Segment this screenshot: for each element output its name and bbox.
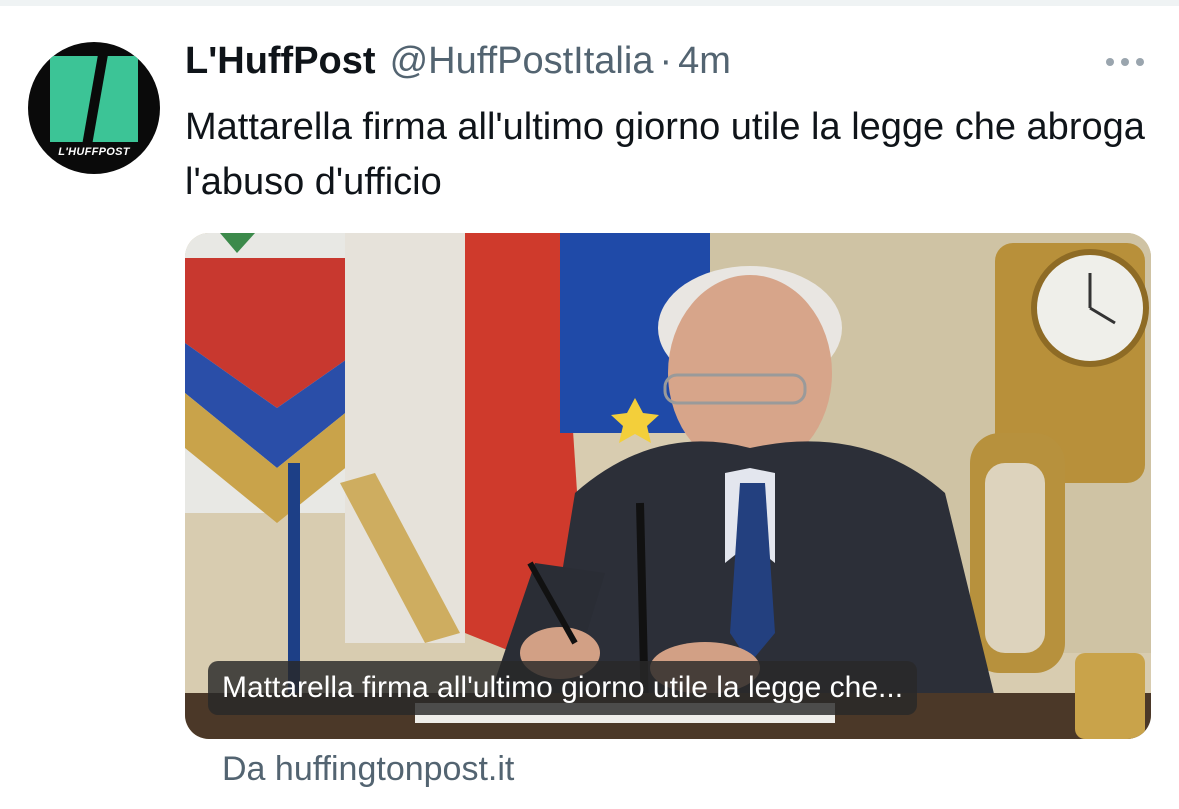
author-handle[interactable]: @HuffPostItalia xyxy=(390,40,654,83)
separator-dot: · xyxy=(659,40,673,82)
more-dot xyxy=(1106,58,1114,66)
more-options-icon[interactable] xyxy=(1100,52,1150,72)
more-dot xyxy=(1121,58,1129,66)
huffpost-logo-text: L'HUFFPOST xyxy=(58,146,130,158)
link-card[interactable]: Mattarella firma all'ultimo giorno utile… xyxy=(185,233,1151,739)
tweet-timestamp[interactable]: 4m xyxy=(678,40,731,83)
top-divider xyxy=(0,0,1179,6)
author-name[interactable]: L'HuffPost xyxy=(185,40,376,83)
card-caption: Mattarella firma all'ultimo giorno utile… xyxy=(208,661,918,715)
author-avatar[interactable]: L'HUFFPOST xyxy=(28,42,160,174)
tweet-text: Mattarella firma all'ultimo giorno utile… xyxy=(185,106,1145,203)
tweet-header: L'HuffPost @HuffPostItalia · 4m xyxy=(185,40,731,84)
more-dot xyxy=(1136,58,1144,66)
card-source-link[interactable]: Da huffingtonpost.it xyxy=(222,750,514,789)
